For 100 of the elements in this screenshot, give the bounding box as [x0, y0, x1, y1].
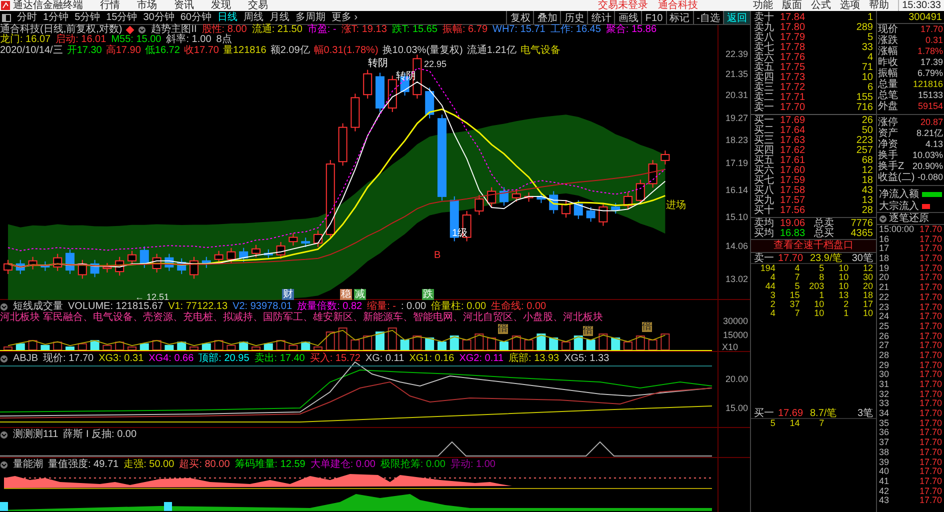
tick-price: 17.70 — [919, 476, 942, 487]
stat-label: 换手 — [878, 150, 898, 161]
indicator-value: 开17.30 — [66, 46, 102, 56]
candlestick — [648, 160, 658, 188]
signal-marker: 财 — [282, 289, 294, 300]
stat-label: 涨停 — [878, 117, 898, 128]
stat-value: 15133 — [918, 90, 943, 101]
indicator-name: 趋势主图II — [151, 25, 197, 35]
menu-item[interactable]: 帮助 — [869, 0, 890, 11]
period-tab[interactable]: 1分钟 — [43, 10, 69, 25]
menu-item[interactable]: 行情 — [100, 0, 120, 11]
tick-price: 17.70 — [919, 390, 942, 400]
collapse-icon[interactable] — [138, 26, 146, 34]
candlestick — [512, 189, 521, 202]
collapse-icon[interactable] — [879, 214, 887, 222]
order-volume: 18 — [860, 176, 873, 186]
period-tab[interactable]: 60分钟 — [180, 10, 212, 25]
axis-label: 14.06 — [725, 241, 748, 251]
period-tab[interactable]: 日线 — [218, 10, 238, 25]
candlestick — [128, 250, 136, 266]
candlestick — [4, 259, 12, 275]
indicator-value: 龙门: 16.07 — [0, 35, 51, 45]
order-volume: 33 — [860, 43, 873, 53]
collapse-icon[interactable] — [0, 430, 8, 438]
indicator-value: 工作: 16.45 — [550, 25, 601, 35]
menu-item[interactable]: 版面 — [782, 0, 802, 11]
stat-value: 6.79% — [917, 68, 943, 79]
candlestick — [66, 248, 74, 275]
order-level-label: 买四 — [754, 146, 775, 156]
queue-volume: 7 — [794, 273, 800, 282]
low-price-label: ← 12.51 — [135, 291, 170, 302]
order-volume: 28 — [860, 206, 873, 216]
toolbar-button[interactable]: 画线 — [614, 11, 642, 24]
toolbar-button[interactable]: 统计 — [587, 11, 614, 24]
collapse-icon[interactable] — [0, 302, 8, 310]
candlestick — [140, 246, 149, 268]
period-tab[interactable]: 周线 — [244, 10, 264, 25]
order-level-label: 卖四 — [754, 73, 775, 83]
queue-volume: 194 — [759, 264, 776, 273]
axis-label: 15000 — [722, 330, 748, 340]
collapse-icon[interactable] — [0, 460, 8, 468]
menu-item[interactable]: 发现 — [211, 0, 231, 11]
collapse-icon[interactable] — [0, 354, 8, 362]
order-volume: 155 — [855, 93, 873, 103]
period-tab[interactable]: 更多 › — [332, 10, 358, 25]
period-tab[interactable]: 30分钟 — [143, 10, 174, 25]
order-price: 17.84 — [780, 13, 806, 23]
tick-price: 17.70 — [919, 409, 942, 419]
panel-toggle-icon[interactable] — [2, 14, 11, 22]
depth-link[interactable]: 查看全速千档盘口 — [751, 239, 876, 253]
stat-value: -0.080 — [917, 172, 943, 183]
period-tab[interactable]: 分时 — [17, 10, 37, 25]
toolbar-button[interactable]: F10 — [641, 11, 666, 24]
queue-label: 买一 — [754, 408, 775, 418]
toolbar-button[interactable]: 复权 — [506, 11, 534, 24]
order-price: 17.78 — [780, 43, 806, 53]
tick-price: 17.70 — [919, 428, 942, 438]
stat-value: 59154 — [918, 101, 943, 112]
indicator-value: VOLUME: 121815.67 — [68, 301, 164, 312]
toolbar-button[interactable]: 标记 — [666, 11, 693, 24]
toolbar-button[interactable]: 历史 — [560, 11, 588, 24]
candlestick — [338, 122, 348, 166]
stat-label: 涨幅 — [878, 46, 898, 57]
candlestick — [388, 75, 397, 113]
queue-average: 8.7/笔 — [810, 408, 838, 418]
period-tab[interactable]: 5分钟 — [74, 10, 100, 25]
menu-item[interactable]: 功能 — [753, 0, 774, 11]
menu-item[interactable]: 资讯 — [174, 0, 194, 11]
queue-volume: 10 — [862, 309, 873, 318]
order-price: 17.62 — [780, 146, 806, 156]
indicator-value: 市盈: - — [307, 25, 336, 35]
axis-label: 21.35 — [725, 69, 748, 79]
queue-volume: 4 — [769, 273, 776, 282]
summary-total: 7776 — [850, 219, 873, 229]
order-volume: 5 — [866, 33, 873, 43]
queue-volume: 20 — [862, 282, 873, 291]
indicator-value: XG1: 0.16 — [409, 353, 454, 364]
tick-time: 25 — [879, 322, 890, 332]
summary-price: 16.83 — [780, 229, 806, 239]
indicator-value: 低16.72 — [144, 46, 180, 56]
high-price-label: 22.95 — [424, 59, 447, 69]
tick-time: 32 — [879, 390, 890, 400]
candlestick — [16, 259, 25, 275]
tick-time: 15:00:00 — [879, 225, 914, 235]
axis-label: 19.27 — [725, 113, 748, 123]
summary-total: 4365 — [850, 229, 873, 239]
period-tab[interactable]: 月线 — [270, 10, 290, 25]
toolbar-button[interactable]: 返回 — [723, 11, 750, 24]
period-tab[interactable]: 多周期 — [296, 10, 326, 25]
bar-label: 倍 — [498, 324, 508, 334]
menu-item[interactable]: 公式 — [811, 0, 832, 11]
ticks-title: 逐笔还原 — [889, 212, 929, 226]
tick-time: 28 — [879, 350, 890, 361]
signal-marker: 稳 — [340, 289, 352, 300]
menu-item[interactable]: 选项 — [840, 0, 860, 11]
period-tab[interactable]: 15分钟 — [106, 10, 138, 25]
toolbar-button[interactable]: 叠加 — [533, 11, 560, 24]
indicator-value: : 0.00 — [400, 301, 426, 312]
tick-time: 22 — [879, 292, 890, 302]
indicator-value: 异动: 1.00 — [450, 459, 496, 470]
